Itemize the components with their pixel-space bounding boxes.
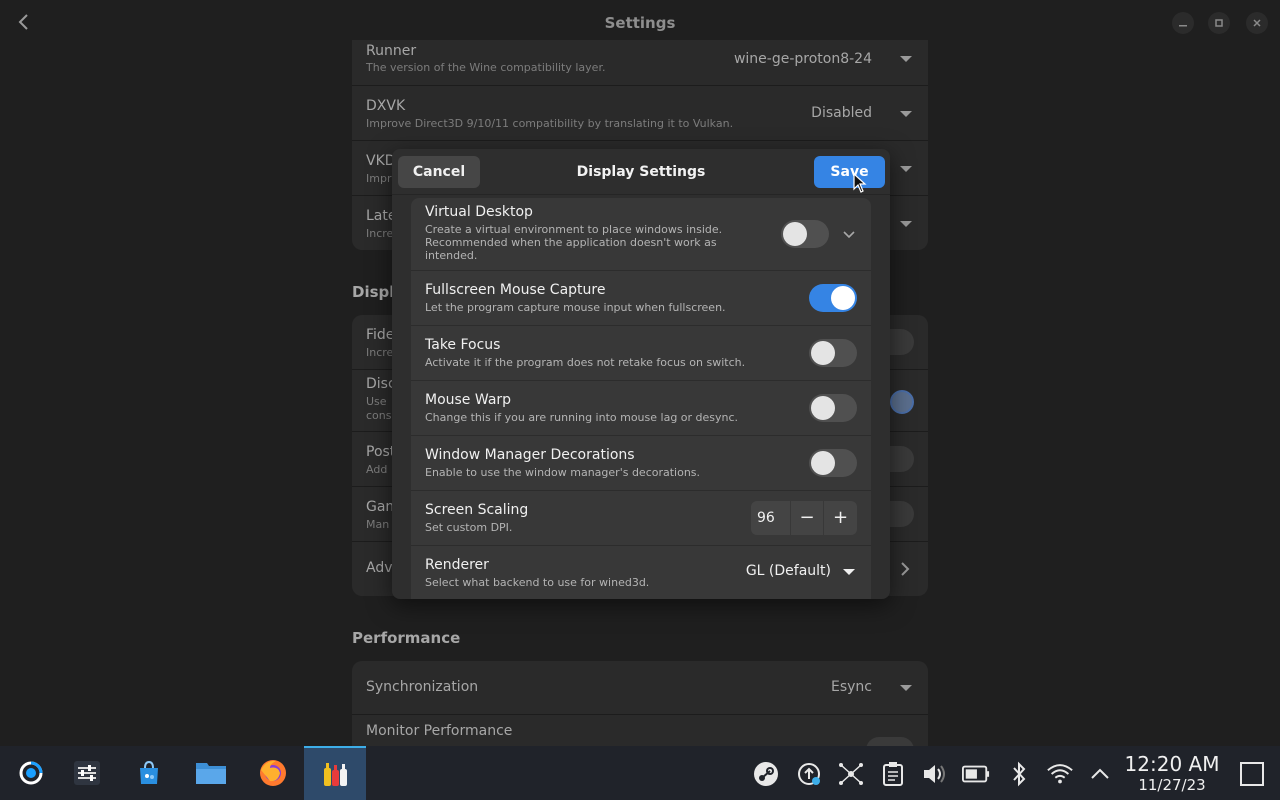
- fullscreen-mouse-capture-title: Fullscreen Mouse Capture: [425, 282, 606, 298]
- performance-card: Synchronization Esync Monitor Performanc…: [352, 661, 928, 746]
- virtual-desktop-toggle[interactable]: [781, 220, 829, 248]
- firefox-icon[interactable]: [242, 746, 304, 800]
- dropdown-caret-icon: [900, 111, 912, 117]
- fullscreen-mouse-capture-row[interactable]: Fullscreen Mouse Capture Let the program…: [411, 271, 871, 326]
- volume-icon[interactable]: [920, 760, 948, 788]
- renderer-value: GL (Default): [745, 563, 831, 579]
- clock[interactable]: 12:20 AM 11/27/23: [1124, 753, 1220, 795]
- dpi-stepper: 96 − +: [751, 501, 857, 535]
- monitor-performance-row[interactable]: Monitor Performance: [352, 715, 928, 746]
- fidelity-title: Fide: [366, 327, 395, 343]
- network-graph-icon[interactable]: [837, 760, 865, 788]
- renderer-subtitle: Select what backend to use for wined3d.: [425, 576, 650, 589]
- dxvk-subtitle: Improve Direct3D 9/10/11 compatibility b…: [366, 117, 734, 130]
- mouse-cursor-icon: [853, 172, 867, 193]
- wm-decorations-title: Window Manager Decorations: [425, 447, 635, 463]
- virtual-desktop-row[interactable]: Virtual Desktop Create a virtual environ…: [411, 198, 871, 271]
- discrete-toggle[interactable]: [890, 390, 914, 414]
- dropdown-caret-icon: [900, 56, 912, 62]
- window-manager-decorations-row[interactable]: Window Manager Decorations Enable to use…: [411, 436, 871, 491]
- mouse-warp-title: Mouse Warp: [425, 392, 512, 408]
- clipboard-icon[interactable]: [879, 760, 907, 788]
- application-launcher-icon[interactable]: [0, 746, 62, 800]
- chevron-right-icon: [898, 560, 912, 578]
- take-focus-toggle[interactable]: [809, 339, 857, 367]
- latency-subtitle: Incre: [366, 227, 394, 240]
- cancel-button[interactable]: Cancel: [398, 156, 480, 188]
- dxvk-row[interactable]: DXVK Improve Direct3D 9/10/11 compatibil…: [352, 86, 928, 141]
- renderer-title: Renderer: [425, 557, 489, 573]
- screen-scaling-title: Screen Scaling: [425, 502, 529, 518]
- wifi-icon[interactable]: [1046, 760, 1074, 788]
- screen-scaling-row: Screen Scaling Set custom DPI. 96 − +: [411, 491, 871, 546]
- display-settings-dialog: Cancel Display Settings Save Virtual Des…: [392, 149, 890, 599]
- runner-value: wine-ge-proton8-24: [733, 51, 872, 67]
- dialog-header: Cancel Display Settings Save: [392, 149, 890, 195]
- display-settings-list: Virtual Desktop Create a virtual environ…: [411, 198, 871, 599]
- expand-tray-icon[interactable]: [1086, 760, 1114, 788]
- fidelity-subtitle: Incre: [366, 346, 394, 359]
- discrete-subtitle-2: cons: [366, 409, 392, 422]
- taskbar: 12:20 AM 11/27/23: [0, 746, 1280, 800]
- vkd-subtitle: Impr: [366, 172, 392, 185]
- close-icon[interactable]: [1246, 12, 1268, 34]
- dropdown-caret-icon: [900, 221, 912, 227]
- monitor-toggle[interactable]: [866, 737, 914, 746]
- performance-section-title: Performance: [352, 629, 461, 647]
- runner-subtitle: The version of the Wine compatibility la…: [366, 61, 606, 74]
- fullscreen-mouse-capture-toggle[interactable]: [809, 284, 857, 312]
- advanced-title: Adv: [366, 560, 393, 576]
- display-section-title: Displ: [352, 283, 395, 301]
- virtual-desktop-title: Virtual Desktop: [425, 204, 533, 220]
- mouse-warp-subtitle: Change this if you are running into mous…: [425, 411, 739, 424]
- mouse-warp-toggle[interactable]: [809, 394, 857, 422]
- discrete-subtitle: Use: [366, 395, 387, 408]
- steam-icon[interactable]: [752, 760, 780, 788]
- sync-title: Synchronization: [366, 679, 479, 695]
- maximize-icon[interactable]: [1208, 12, 1230, 34]
- take-focus-row[interactable]: Take Focus Activate it if the program do…: [411, 326, 871, 381]
- post-title: Post: [366, 444, 396, 460]
- runner-title: Runner: [366, 43, 417, 59]
- window-title: Settings: [604, 14, 676, 32]
- clock-date: 11/27/23: [1138, 776, 1206, 794]
- chevron-down-icon[interactable]: [841, 226, 857, 242]
- minimize-icon[interactable]: [1172, 12, 1194, 34]
- wm-decorations-subtitle: Enable to use the window manager's decor…: [425, 466, 701, 479]
- gamescope-subtitle: Man: [366, 518, 390, 531]
- renderer-row[interactable]: Renderer Select what backend to use for …: [411, 546, 871, 599]
- fullscreen-mouse-capture-subtitle: Let the program capture mouse input when…: [425, 301, 726, 314]
- dxvk-value: Disabled: [811, 105, 872, 121]
- dpi-decrease-button[interactable]: −: [791, 501, 824, 535]
- take-focus-subtitle: Activate it if the program does not reta…: [425, 356, 746, 369]
- show-desktop-icon[interactable]: [1238, 760, 1266, 788]
- dropdown-caret-icon: [900, 685, 912, 691]
- bottles-icon[interactable]: [304, 746, 366, 800]
- update-icon[interactable]: [795, 760, 823, 788]
- mouse-warp-row[interactable]: Mouse Warp Change this if you are runnin…: [411, 381, 871, 436]
- monitor-title: Monitor Performance: [366, 723, 513, 739]
- dpi-input[interactable]: 96: [751, 501, 791, 535]
- virtual-desktop-subtitle: Create a virtual environment to place wi…: [425, 223, 723, 262]
- file-manager-icon[interactable]: [180, 746, 242, 800]
- screen-scaling-subtitle: Set custom DPI.: [425, 521, 513, 534]
- save-button[interactable]: Save: [814, 156, 885, 188]
- runner-row[interactable]: Runner The version of the Wine compatibi…: [352, 40, 928, 86]
- bluetooth-icon[interactable]: [1005, 760, 1033, 788]
- sync-value: Esync: [831, 679, 872, 695]
- discover-store-icon[interactable]: [118, 746, 180, 800]
- dxvk-title: DXVK: [366, 98, 406, 114]
- dpi-increase-button[interactable]: +: [824, 501, 857, 535]
- battery-icon[interactable]: [962, 760, 990, 788]
- dropdown-caret-icon: [900, 166, 912, 172]
- post-subtitle: Add: [366, 463, 388, 476]
- system-settings-icon[interactable]: [56, 746, 118, 800]
- dropdown-caret-icon: [843, 569, 855, 575]
- take-focus-title: Take Focus: [425, 337, 501, 353]
- clock-time: 12:20 AM: [1124, 752, 1220, 776]
- wm-decorations-toggle[interactable]: [809, 449, 857, 477]
- synchronization-row[interactable]: Synchronization Esync: [352, 661, 928, 715]
